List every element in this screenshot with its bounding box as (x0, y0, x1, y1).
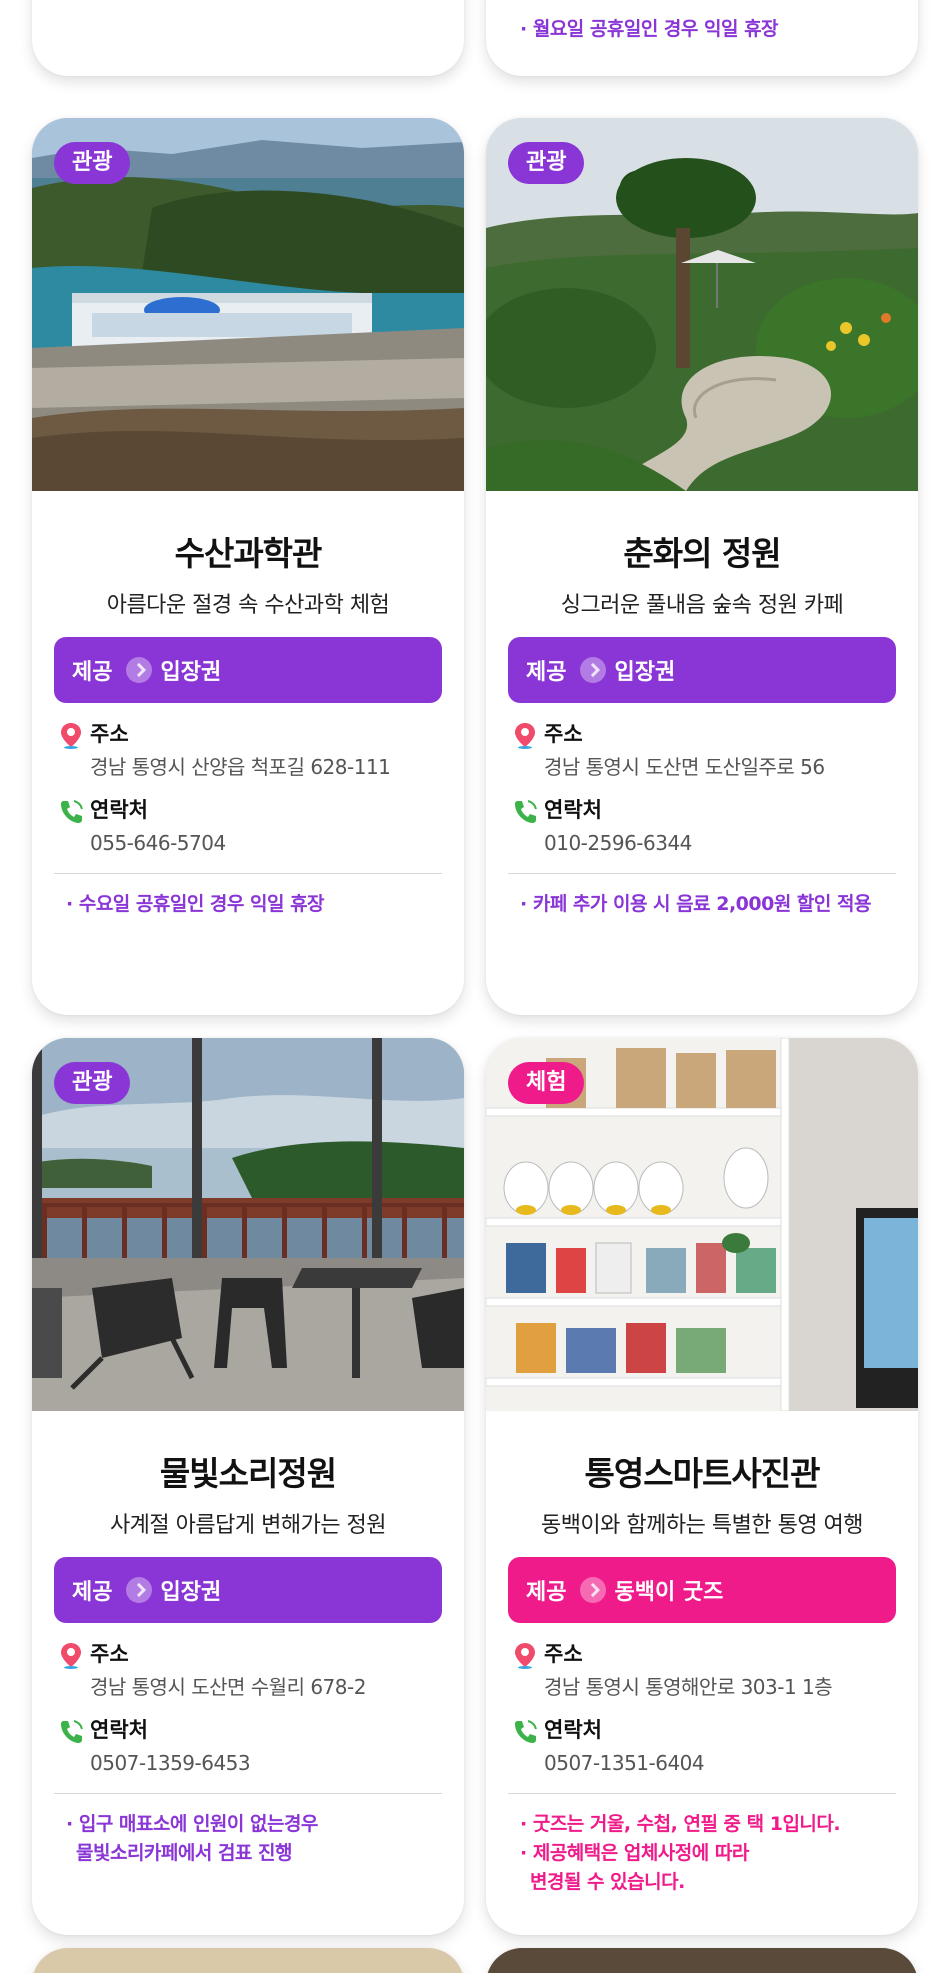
address-value: 경남 통영시 도산면 수월리 678-2 (90, 1675, 366, 1699)
phone-icon (61, 800, 83, 823)
benefit-bar: 제공 동백이 굿즈 (508, 1557, 896, 1623)
contact-row: 연락처 010-2596-6344 (508, 793, 896, 859)
address-value: 경남 통영시 산양읍 척포길 628-111 (90, 755, 391, 779)
note: · 굿즈는 거울, 수첩, 연필 중 택 1입니다. (520, 1813, 841, 1835)
phone-value: 0507-1359-6453 (90, 1751, 251, 1775)
place-title: 통영스마트사진관 (584, 1454, 821, 1493)
category-badge: 관광 (54, 1062, 131, 1104)
location-pin-icon (61, 723, 81, 749)
benefit-bar: 제공 입장권 (508, 637, 896, 703)
category-badge: 관광 (508, 142, 585, 184)
address-label: 주소 (90, 722, 129, 746)
divider (54, 1793, 442, 1794)
category-badge: 체험 (508, 1062, 585, 1104)
contact-label: 연락처 (544, 1718, 602, 1742)
contact-row: 연락처 0507-1351-6404 (508, 1713, 896, 1779)
place-card-chunhwa-garden[interactable]: 관광 춘화의 정원 싱그러운 풀내음 숲속 정원 카페 제공 입장권 주소 경남… (486, 118, 918, 1015)
notes: · 굿즈는 거울, 수첩, 연필 중 택 1입니다. · 제공혜택은 업체사정에… (508, 1810, 896, 1897)
notes: · 카페 추가 이용 시 음료 2,000원 할인 적용 (508, 890, 896, 919)
place-photo: 관광 (32, 1038, 464, 1411)
notes: · 월요일 공휴일인 경우 익일 휴장 (486, 15, 918, 44)
category-badge: 관광 (54, 142, 131, 184)
provide-label: 제공 (72, 660, 113, 685)
benefit-value: 입장권 (614, 660, 676, 685)
address-row: 주소 경남 통영시 통영해안로 303-1 1층 (508, 1637, 896, 1703)
place-subtitle: 싱그러운 풀내음 숲속 정원 카페 (560, 593, 844, 618)
note: · 입구 매표소에 인원이 없는경우 (66, 1813, 318, 1835)
note: · 제공혜택은 업체사정에 따라 (520, 1842, 749, 1864)
address-row: 주소 경남 통영시 도산면 도산일주로 56 (508, 717, 896, 783)
place-subtitle: 아름다운 절경 속 수산과학 체험 (106, 593, 390, 618)
place-card-mulbitsori-garden[interactable]: 관광 물빛소리정원 사계절 아름답게 변해가는 정원 제공 입장권 주소 경남 … (32, 1038, 464, 1935)
chevron-right-icon (580, 657, 607, 683)
chevron-right-icon (126, 657, 153, 683)
divider (508, 1793, 896, 1794)
place-card-fisheries-museum[interactable]: 관광 수산과학관 아름다운 절경 속 수산과학 체험 제공 입장권 주소 경남 … (32, 118, 464, 1015)
contact-label: 연락처 (90, 1718, 148, 1742)
notes: · 입구 매표소에 인원이 없는경우 물빛소리카페에서 검표 진행 (54, 1810, 442, 1868)
note: · 월요일 공휴일인 경우 익일 휴장 (520, 18, 779, 40)
place-photo: 체험 (486, 1038, 918, 1411)
address-label: 주소 (544, 1642, 583, 1666)
phone-icon (61, 1720, 83, 1743)
place-card-smart-photo-studio[interactable]: 체험 통영스마트사진관 동백이와 함께하는 특별한 통영 여행 제공 동백이 굿… (486, 1038, 918, 1935)
note: · 수요일 공휴일인 경우 익일 휴장 (66, 893, 325, 915)
card-partial-top-right: · 월요일 공휴일인 경우 익일 휴장 (486, 0, 918, 76)
address-row: 주소 경남 통영시 도산면 수월리 678-2 (54, 1637, 442, 1703)
chevron-right-icon (580, 1577, 607, 1603)
benefit-bar: 제공 입장권 (54, 1557, 442, 1623)
provide-label: 제공 (526, 1580, 567, 1605)
place-subtitle: 사계절 아름답게 변해가는 정원 (109, 1513, 387, 1538)
card-partial-bottom-right (486, 1948, 918, 1973)
note: · 카페 추가 이용 시 음료 2,000원 할인 적용 (520, 893, 871, 915)
address-value: 경남 통영시 도산면 도산일주로 56 (544, 755, 825, 779)
phone-value: 055-646-5704 (90, 831, 226, 855)
address-value: 경남 통영시 통영해안로 303-1 1층 (544, 1675, 833, 1699)
contact-row: 연락처 0507-1359-6453 (54, 1713, 442, 1779)
contact-row: 연락처 055-646-5704 (54, 793, 442, 859)
location-pin-icon (61, 1643, 81, 1669)
benefit-value: 입장권 (160, 660, 222, 685)
card-partial-top-left (32, 0, 464, 76)
location-pin-icon (515, 723, 535, 749)
provide-label: 제공 (526, 660, 567, 685)
address-label: 주소 (90, 1642, 129, 1666)
place-photo: 관광 (32, 118, 464, 491)
benefit-value: 입장권 (160, 1580, 222, 1605)
contact-label: 연락처 (544, 798, 602, 822)
card-partial-bottom-left (32, 1948, 464, 1973)
location-pin-icon (515, 1643, 535, 1669)
place-subtitle: 동백이와 함께하는 특별한 통영 여행 (540, 1513, 864, 1538)
place-title: 춘화의 정원 (623, 534, 781, 573)
note: 변경될 수 있습니다. (530, 1871, 685, 1893)
place-photo: 관광 (486, 118, 918, 491)
provide-label: 제공 (72, 1580, 113, 1605)
chevron-right-icon (126, 1577, 153, 1603)
address-label: 주소 (544, 722, 583, 746)
phone-icon (515, 800, 537, 823)
divider (508, 873, 896, 874)
phone-icon (515, 1720, 537, 1743)
note: 물빛소리카페에서 검표 진행 (76, 1842, 293, 1864)
place-title: 물빛소리정원 (159, 1454, 337, 1493)
place-title: 수산과학관 (174, 534, 323, 573)
address-row: 주소 경남 통영시 산양읍 척포길 628-111 (54, 717, 442, 783)
contact-label: 연락처 (90, 798, 148, 822)
phone-value: 0507-1351-6404 (544, 1751, 705, 1775)
benefit-value: 동백이 굿즈 (614, 1580, 724, 1605)
benefit-bar: 제공 입장권 (54, 637, 442, 703)
phone-value: 010-2596-6344 (544, 831, 692, 855)
divider (54, 873, 442, 874)
notes: · 수요일 공휴일인 경우 익일 휴장 (54, 890, 442, 919)
